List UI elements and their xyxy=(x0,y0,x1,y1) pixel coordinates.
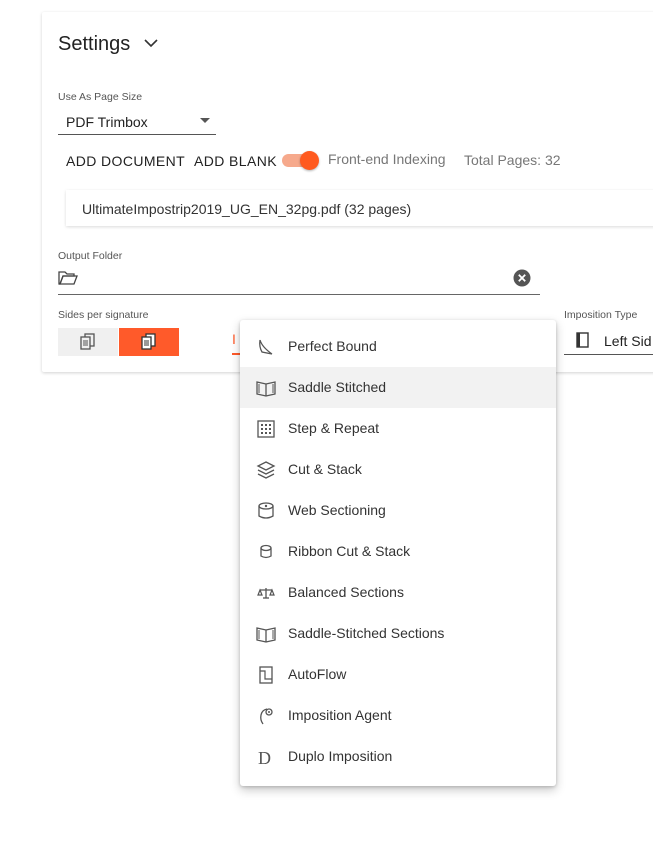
menu-item-label: Saddle Stitched xyxy=(288,379,387,395)
menu-item-label: Saddle-Stitched Sections xyxy=(288,625,445,641)
saddle-stitched-sections-icon xyxy=(256,627,276,643)
two-sided-icon xyxy=(141,333,156,350)
two-sided-button[interactable] xyxy=(119,328,179,356)
duplo-imposition-icon: D xyxy=(258,748,271,767)
balanced-sections-icon xyxy=(257,588,275,599)
svg-text:D: D xyxy=(258,748,271,767)
menu-item-label: AutoFlow xyxy=(288,666,347,682)
settings-title: Settings xyxy=(58,33,131,55)
output-folder-label: Output Folder xyxy=(58,250,123,262)
left-side-icon xyxy=(576,332,589,348)
imposition-type-label: Imposition Type xyxy=(564,309,638,321)
menu-item-perfect-bound[interactable]: Perfect Bound xyxy=(240,326,556,367)
imposition-method-menu: Perfect Bound Saddle Stitched Step & Rep… xyxy=(240,320,556,786)
menu-item-ribbon-cut-stack[interactable]: Ribbon Cut & Stack xyxy=(240,531,556,572)
menu-item-cut-stack[interactable]: Cut & Stack xyxy=(240,449,556,490)
menu-item-label: Ribbon Cut & Stack xyxy=(288,543,411,559)
total-pages: Total Pages: 32 xyxy=(464,152,561,168)
imposition-agent-icon xyxy=(260,708,273,725)
output-folder-input[interactable] xyxy=(58,294,540,295)
imposition-type-select[interactable]: Left Sid xyxy=(564,328,653,355)
one-sided-icon xyxy=(80,333,95,350)
menu-item-imposition-agent[interactable]: Imposition Agent xyxy=(240,695,556,736)
menu-item-label: Balanced Sections xyxy=(288,584,404,600)
autoflow-icon xyxy=(259,666,273,684)
perfect-bound-icon xyxy=(259,339,273,355)
menu-item-label: Perfect Bound xyxy=(288,338,377,354)
menu-item-balanced-sections[interactable]: Balanced Sections xyxy=(240,572,556,613)
clear-icon[interactable] xyxy=(513,269,531,287)
cut-stack-icon xyxy=(256,461,276,479)
front-end-indexing-label: Front-end Indexing xyxy=(328,151,446,167)
menu-item-saddle-stitched[interactable]: Saddle Stitched xyxy=(240,367,556,408)
page-size-value: PDF Trimbox xyxy=(66,114,148,130)
add-blank-button[interactable]: ADD BLANK xyxy=(194,153,277,169)
imposition-type-value: Left Sid xyxy=(604,333,652,349)
web-sectioning-icon xyxy=(258,502,274,519)
menu-item-autoflow[interactable]: AutoFlow xyxy=(240,654,556,695)
add-document-button[interactable]: ADD DOCUMENT xyxy=(66,153,185,169)
menu-item-duplo-imposition[interactable]: D Duplo Imposition xyxy=(240,736,556,777)
menu-item-saddle-stitched-sections[interactable]: Saddle-Stitched Sections xyxy=(240,613,556,654)
page-size-label: Use As Page Size xyxy=(58,91,143,103)
page-size-select[interactable]: PDF Trimbox xyxy=(58,110,216,135)
menu-item-label: Web Sectioning xyxy=(288,502,386,518)
chevron-down-icon[interactable] xyxy=(142,34,160,52)
menu-item-label: Imposition Agent xyxy=(288,707,392,723)
document-file-name: UltimateImpostrip2019_UG_EN_32pg.pdf (32… xyxy=(82,201,412,217)
obscured-field-text: I xyxy=(232,331,236,347)
menu-item-label: Step & Repeat xyxy=(288,420,380,436)
step-repeat-icon xyxy=(257,420,275,438)
menu-item-step-repeat[interactable]: Step & Repeat xyxy=(240,408,556,449)
ribbon-cut-stack-icon xyxy=(260,544,272,559)
saddle-stitched-icon xyxy=(256,381,276,397)
menu-item-label: Cut & Stack xyxy=(288,461,362,477)
sides-per-signature-label: Sides per signature xyxy=(58,309,149,321)
caret-down-icon xyxy=(200,118,210,123)
single-side-button[interactable] xyxy=(58,328,118,356)
folder-open-icon[interactable] xyxy=(58,270,78,286)
front-end-indexing-toggle[interactable] xyxy=(282,151,320,170)
menu-item-web-sectioning[interactable]: Web Sectioning xyxy=(240,490,556,531)
menu-item-label: Duplo Imposition xyxy=(288,748,393,764)
document-list-item[interactable]: UltimateImpostrip2019_UG_EN_32pg.pdf (32… xyxy=(66,190,653,226)
toggle-thumb xyxy=(300,151,319,170)
